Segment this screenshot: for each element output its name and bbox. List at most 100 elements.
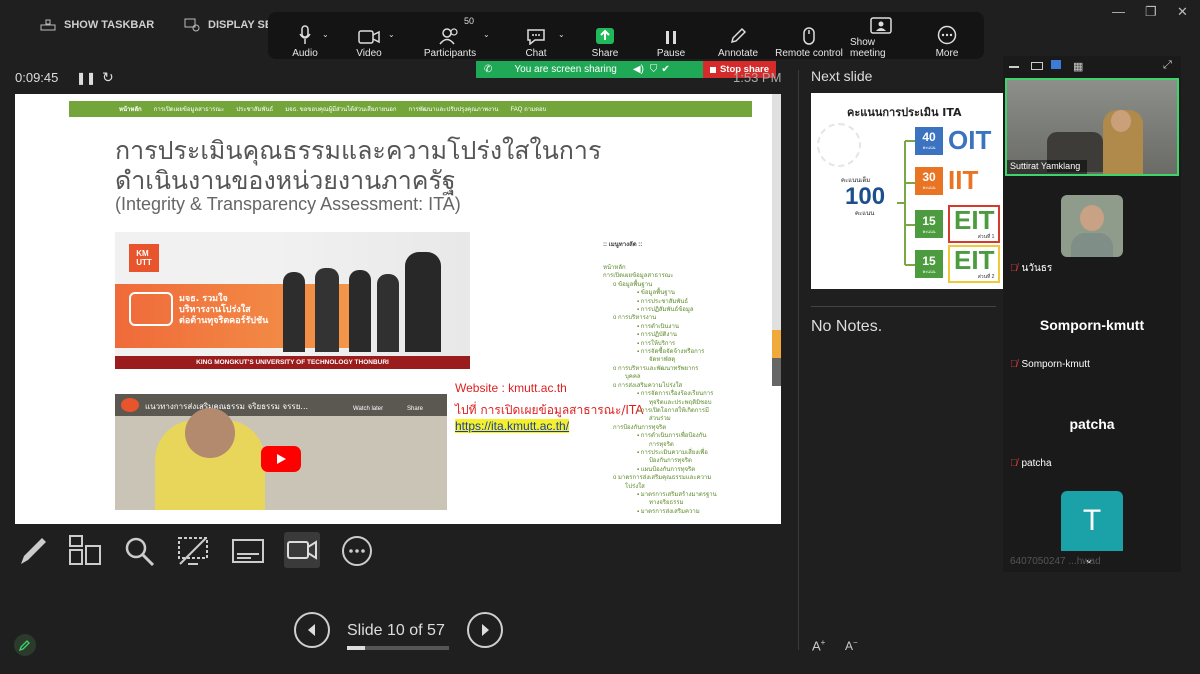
chat-bubble-icon: [527, 29, 545, 45]
chat-options-caret-icon[interactable]: ⌄: [558, 30, 565, 39]
participants-options-caret-icon[interactable]: ⌄: [483, 30, 490, 39]
menu-item[interactable]: ▪ มาตรการส่งเสริมความ: [603, 508, 753, 516]
meeting-toolbar: Audio ⌄ Video ⌄ Participants 50 ⌄ Chat ⌄…: [268, 12, 984, 59]
gallery-strip-icon[interactable]: [1051, 60, 1061, 69]
menu-item[interactable]: ▪ การเปิดโอกาสให้เกิดการมี: [603, 407, 753, 415]
subtitles-icon[interactable]: [231, 534, 265, 573]
watch-later-label[interactable]: Watch later: [353, 406, 383, 412]
share-video-label[interactable]: Share: [407, 406, 423, 412]
black-screen-icon[interactable]: [176, 534, 210, 573]
pen-tool-icon[interactable]: [17, 534, 49, 573]
previous-slide-button[interactable]: [294, 612, 330, 648]
menu-item[interactable]: o มาตรการส่งเสริมคุณธรรมและความ: [603, 474, 753, 482]
score-value: 15: [922, 253, 936, 268]
menu-item[interactable]: ▪ การปฏิสัมพันธ์ข้อมูล: [603, 306, 753, 314]
menu-item[interactable]: o การส่งเสริมความโปร่งใส: [603, 382, 753, 390]
menu-item[interactable]: o ข้อมูลพื้นฐาน: [603, 281, 753, 289]
next-slide-button[interactable]: [467, 612, 503, 648]
more-options-icon[interactable]: [340, 534, 374, 573]
menu-item[interactable]: ▪ แผนป้องกันการทุจริต: [603, 466, 753, 474]
increase-font-icon[interactable]: A+: [812, 638, 825, 653]
pause-share-button[interactable]: Pause: [656, 12, 686, 61]
banner-caption: มจธ. รวมใจ บริหารงานโปร่งใส ต่อต้านทุจริ…: [179, 294, 268, 327]
show-meeting-button[interactable]: Show meeting: [850, 12, 912, 61]
menu-item[interactable]: การทุจริต: [603, 441, 753, 449]
handshake-icon: [129, 292, 173, 326]
menu-item[interactable]: ▪ การปฏิบัติงาน: [603, 331, 753, 339]
panel-divider: [798, 70, 799, 650]
camera-toggle-button[interactable]: [284, 532, 320, 568]
nav-item: มจธ. ขอขอบคุณผู้มีส่วนได้ส่วนเสียภายนอก: [285, 107, 397, 113]
chat-button[interactable]: Chat: [524, 12, 548, 61]
notes-divider: [811, 306, 996, 307]
menu-header: :: เมนูทางลัด ::: [603, 242, 643, 248]
share-button[interactable]: Share: [590, 12, 620, 61]
decrease-font-icon[interactable]: A−: [845, 638, 858, 653]
menu-item[interactable]: บุคคล: [603, 373, 753, 381]
active-speaker-video[interactable]: Suttirat Yamklang: [1005, 78, 1179, 176]
audio-button[interactable]: Audio: [286, 12, 324, 61]
menu-item[interactable]: ▪ การจัดการเรื่องร้องเรียนการ: [603, 390, 753, 398]
next-slide-preview[interactable]: คะแนนการประเมิน ITA คะแนนเต็ม 100 คะแนน …: [811, 93, 1003, 289]
menu-item[interactable]: ทางจริยธรรม: [603, 499, 753, 507]
restart-timer-icon[interactable]: ↻: [102, 69, 114, 86]
menu-item[interactable]: ป้องกันการทุจริต: [603, 457, 753, 465]
speaker-icon: ◀): [632, 64, 644, 75]
slide-counter: Slide 10 of 57: [347, 622, 445, 639]
remote-control-button[interactable]: Remote control: [774, 12, 844, 61]
pause-label: Pause: [656, 48, 686, 59]
zoom-magnifier-icon[interactable]: [124, 534, 156, 573]
person-figure: [377, 274, 399, 352]
menu-item[interactable]: ▪ การดำเนินการเพื่อป้องกัน: [603, 432, 753, 440]
menu-item[interactable]: ▪ ข้อมูลพื้นฐาน: [603, 289, 753, 297]
menu-item[interactable]: ทุจริตและประพฤติมิชอบ: [603, 399, 753, 407]
close-icon[interactable]: ✕: [1177, 4, 1188, 20]
menu-item[interactable]: หน้าหลัก: [603, 264, 753, 272]
banner-caption-line1: มจธ. รวมใจ: [179, 294, 228, 304]
menu-item[interactable]: จัดหาพัสดุ: [603, 356, 753, 364]
menu-item[interactable]: การเปิดเผยข้อมูลสาธารณะ: [603, 272, 753, 280]
audio-options-caret-icon[interactable]: ⌄: [322, 30, 329, 39]
menu-item[interactable]: ▪ การดำเนินงาน: [603, 323, 753, 331]
clock-time: 1:53 PM: [733, 70, 782, 85]
minimize-icon[interactable]: —: [1112, 4, 1125, 19]
expand-panel-icon[interactable]: ⤢: [1163, 59, 1172, 72]
ita-link[interactable]: https://ita.kmutt.ac.th/: [455, 419, 570, 433]
youtube-video-embed[interactable]: แนวทางการส่งเสริมคุณธรรม จริยธรรม จรรย..…: [115, 394, 447, 510]
pause-timer-icon[interactable]: ❚❚: [76, 71, 96, 85]
taskbar-icon: [40, 19, 56, 31]
slide-progress-fill: [347, 646, 365, 650]
restore-icon[interactable]: ❐: [1145, 4, 1157, 20]
minimize-panel-icon[interactable]: [1009, 66, 1019, 68]
menu-item[interactable]: โปร่งใส: [603, 483, 753, 491]
scrollbar-thumb[interactable]: [772, 358, 781, 386]
site-navbar: หน้าหลัก การเปิดเผยข้อมูลสาธารณะ ประชาสั…: [69, 101, 752, 117]
menu-item[interactable]: ▪ การประเมินความเสี่ยงเพื่อ: [603, 449, 753, 457]
menu-item[interactable]: ▪ การจัดซื้อจัดจ้างหรือการ: [603, 348, 753, 356]
share-label: Share: [591, 48, 619, 59]
video-options-caret-icon[interactable]: ⌄: [388, 30, 395, 39]
menu-item[interactable]: o การบริหารงาน: [603, 314, 753, 322]
video-button[interactable]: Video: [354, 12, 384, 61]
menu-item[interactable]: ▪ การให้บริการ: [603, 340, 753, 348]
display-settings-button[interactable]: DISPLAY SET: [184, 14, 279, 36]
play-button[interactable]: [261, 446, 301, 472]
menu-item[interactable]: ▪ การประชาสัมพันธ์: [603, 298, 753, 306]
annotation-pencil-icon: [19, 640, 30, 651]
menu-item[interactable]: o การบริหารและพัฒนาทรัพยากร: [603, 365, 753, 373]
bracket-connector: [897, 140, 915, 266]
muted-mic-icon: 🎙̸: [1010, 458, 1018, 469]
more-button[interactable]: More: [932, 12, 962, 61]
show-taskbar-button[interactable]: SHOW TASKBAR: [40, 14, 154, 36]
annotate-button[interactable]: Annotate: [714, 12, 762, 61]
menu-item[interactable]: การป้องกันการทุจริต: [603, 424, 753, 432]
slide-scrollbar[interactable]: [772, 94, 781, 386]
menu-item[interactable]: ▪ มาตรการเสริมสร้างมาตรฐาน: [603, 491, 753, 499]
annotation-tool-button[interactable]: [14, 634, 36, 656]
scrollbar-accent: [772, 330, 781, 358]
see-all-slides-icon[interactable]: [68, 534, 102, 573]
menu-item[interactable]: ส่วนร่วม: [603, 415, 753, 423]
score-label: IIT: [948, 165, 979, 195]
speaker-view-icon[interactable]: [1031, 62, 1043, 70]
grid-view-icon[interactable]: ▦: [1073, 60, 1083, 73]
